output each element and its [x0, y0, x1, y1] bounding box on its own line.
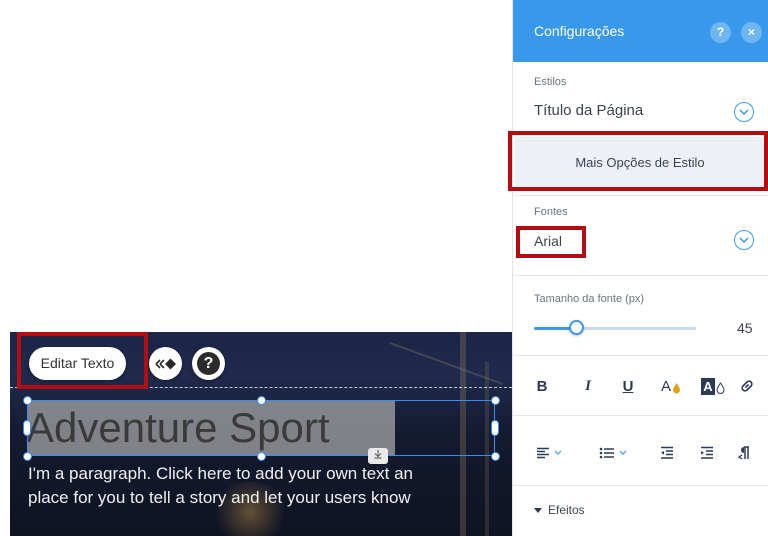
effects-toggle[interactable]: Efeitos: [534, 503, 585, 517]
decrease-indent-button[interactable]: [655, 441, 679, 465]
edit-text-button[interactable]: Editar Texto: [29, 347, 126, 380]
align-dropdown-button[interactable]: [534, 441, 564, 465]
font-value[interactable]: Arial: [534, 233, 562, 249]
link-icon: [741, 380, 753, 392]
panel-close-button[interactable]: ×: [741, 22, 762, 43]
color-drop-icon: [673, 383, 680, 394]
divider: [513, 355, 768, 356]
resize-handle-top-left[interactable]: [23, 396, 32, 405]
bullet-list-icon: [599, 447, 614, 459]
resize-handle-right[interactable]: [491, 420, 499, 436]
styles-value[interactable]: Título da Página: [534, 102, 643, 119]
divider: [513, 195, 768, 196]
underline-button[interactable]: U: [616, 374, 640, 398]
styles-label: Estilos: [534, 76, 567, 88]
animation-button[interactable]: [149, 347, 182, 380]
help-icon: ?: [197, 352, 220, 375]
text-element-selection-box[interactable]: [27, 400, 495, 456]
close-icon: ×: [747, 25, 755, 39]
bold-button[interactable]: B: [530, 374, 554, 398]
font-size-value[interactable]: 45: [737, 320, 753, 336]
text-color-button[interactable]: A: [656, 374, 686, 398]
help-button[interactable]: ?: [192, 347, 225, 380]
resize-handle-bottom-right[interactable]: [491, 452, 500, 461]
styles-dropdown-button[interactable]: [734, 102, 754, 122]
highlight-icon: A: [701, 377, 715, 395]
caret-down-icon: [534, 508, 542, 514]
chevron-down-icon: [739, 237, 749, 243]
highlight-color-button[interactable]: A: [698, 374, 728, 398]
section-divider-line: [10, 387, 512, 388]
decrease-indent-icon: [661, 446, 673, 459]
font-size-slider-handle[interactable]: [568, 320, 584, 335]
stretch-down-icon: [374, 450, 382, 459]
resize-handle-top[interactable]: [257, 396, 266, 405]
more-style-options-button[interactable]: Mais Opções de Estilo: [515, 137, 765, 189]
chevron-down-icon: [554, 450, 562, 455]
panel-title: Configurações: [534, 23, 625, 39]
align-left-icon: [537, 447, 549, 459]
text-color-icon: A: [660, 377, 671, 395]
color-drop-outline-icon: [716, 382, 725, 394]
increase-indent-icon: [701, 446, 713, 459]
font-dropdown-button[interactable]: [734, 230, 754, 250]
panel-header: Configurações ? ×: [513, 0, 768, 62]
divider: [513, 485, 768, 486]
resize-handle-left[interactable]: [23, 420, 31, 436]
font-size-slider-track[interactable]: [534, 327, 696, 330]
paragraph-line: I'm a paragraph. Click here to add your …: [28, 464, 414, 483]
italic-icon: I: [585, 377, 591, 394]
help-icon: ?: [716, 25, 725, 39]
font-size-label: Tamanho da fonte (px): [534, 293, 645, 305]
resize-handle-bottom[interactable]: [257, 452, 266, 461]
editor-screen: Editar Texto ? Adventure Sport I'm a par…: [0, 0, 768, 536]
resize-handle-top-right[interactable]: [491, 396, 500, 405]
list-dropdown-button[interactable]: [596, 441, 630, 465]
divider: [513, 415, 768, 416]
underline-icon: U: [622, 377, 634, 395]
chevron-down-icon: [739, 109, 749, 115]
bold-icon: B: [536, 377, 548, 395]
chevron-down-icon: [619, 450, 627, 455]
editor-canvas[interactable]: Editar Texto ? Adventure Sport I'm a par…: [10, 332, 512, 536]
paragraph-line: place for you to tell a story and let yo…: [28, 488, 411, 507]
text-direction-icon: [738, 446, 749, 460]
animation-icon: [154, 358, 176, 369]
panel-help-button[interactable]: ?: [710, 22, 731, 43]
text-settings-panel: Configurações ? × Estilos Título da Pági…: [512, 0, 768, 536]
resize-handle-bottom-left[interactable]: [23, 452, 32, 461]
increase-indent-button[interactable]: [695, 441, 719, 465]
paragraph-text[interactable]: I'm a paragraph. Click here to add your …: [28, 462, 512, 510]
effects-label: Efeitos: [548, 503, 585, 517]
italic-button[interactable]: I: [576, 374, 600, 398]
fonts-label: Fontes: [534, 206, 568, 218]
divider: [513, 275, 768, 276]
text-direction-button[interactable]: [733, 441, 757, 465]
link-button[interactable]: [735, 374, 759, 398]
